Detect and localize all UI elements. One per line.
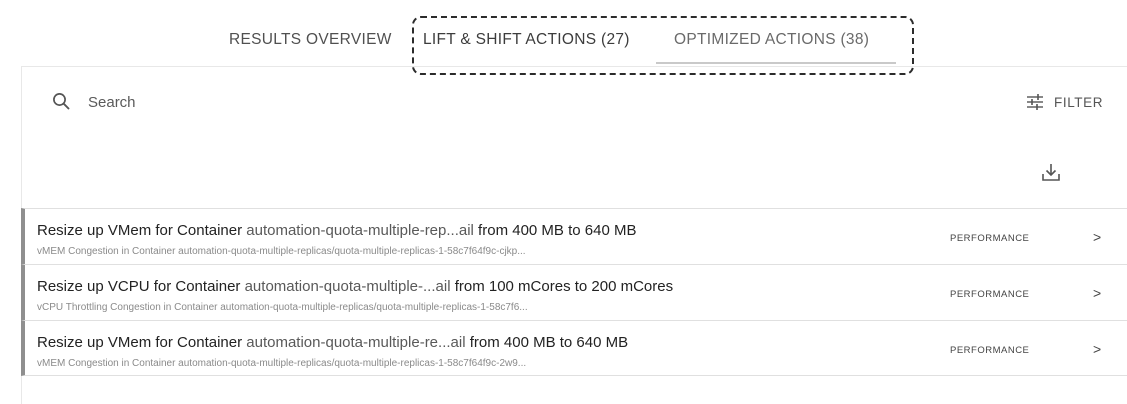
results-tabs: RESULTS OVERVIEW LIFT & SHIFT ACTIONS (2… <box>0 0 1127 75</box>
action-category: PERFORMANCE <box>950 345 1030 356</box>
action-subtitle: vMEM Congestion in Container automation-… <box>37 358 527 369</box>
action-entity: automation-quota-multiple-re...ail <box>246 334 466 351</box>
action-title: Resize up VMem for Container automation-… <box>37 334 628 351</box>
filter-label: FILTER <box>1054 94 1104 110</box>
search-input[interactable] <box>88 92 488 112</box>
action-entity: automation-quota-multiple-rep...ail <box>246 222 474 239</box>
actions-list: Resize up VMem for Container automation-… <box>21 208 1127 376</box>
tab-results-overview[interactable]: RESULTS OVERVIEW <box>229 31 392 49</box>
chevron-right-icon[interactable]: > <box>1093 285 1101 301</box>
action-row[interactable]: Resize up VCPU for Container automation-… <box>21 264 1127 320</box>
action-title: Resize up VMem for Container automation-… <box>37 222 636 239</box>
action-row[interactable]: Resize up VMem for Container automation-… <box>21 320 1127 376</box>
action-subtitle: vMEM Congestion in Container automation-… <box>37 246 526 257</box>
action-verb: Resize up VMem for Container <box>37 334 247 351</box>
action-change: from 400 MB to 640 MB <box>465 334 629 351</box>
action-change: from 400 MB to 640 MB <box>473 222 637 239</box>
action-verb: Resize up VMem for Container <box>37 222 247 239</box>
tab-lift-shift-actions[interactable]: LIFT & SHIFT ACTIONS (27) <box>423 31 630 49</box>
sliders-icon <box>1027 94 1043 110</box>
download-icon[interactable] <box>1040 161 1062 183</box>
action-subtitle: vCPU Throttling Congestion in Container … <box>37 302 528 313</box>
action-verb: Resize up VCPU for Container <box>37 278 245 295</box>
action-row[interactable]: Resize up VMem for Container automation-… <box>21 208 1127 264</box>
action-category: PERFORMANCE <box>950 233 1030 244</box>
active-tab-indicator <box>656 62 896 64</box>
action-title: Resize up VCPU for Container automation-… <box>37 278 673 295</box>
action-change: from 100 mCores to 200 mCores <box>450 278 674 295</box>
filter-button[interactable]: FILTER <box>1025 91 1103 113</box>
action-entity: automation-quota-multiple-...ail <box>244 278 451 295</box>
tab-optimized-actions[interactable]: OPTIMIZED ACTIONS (38) <box>674 31 869 49</box>
search-icon <box>53 93 70 110</box>
chevron-right-icon[interactable]: > <box>1093 341 1101 357</box>
chevron-right-icon[interactable]: > <box>1093 229 1101 245</box>
action-category: PERFORMANCE <box>950 289 1030 300</box>
